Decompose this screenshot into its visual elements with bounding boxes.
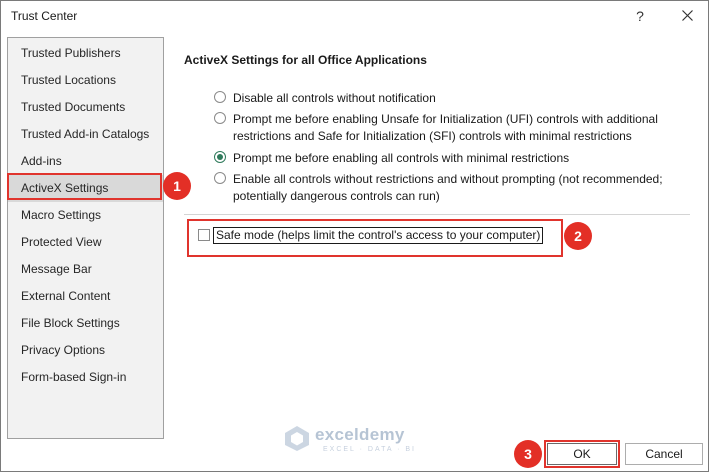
title-bar: Trust Center ? <box>1 1 708 31</box>
sidebar-item-trusted-locations[interactable]: Trusted Locations <box>8 67 163 94</box>
step-badge-1: 1 <box>163 172 191 200</box>
sidebar-item-message-bar[interactable]: Message Bar <box>8 256 163 283</box>
option-label: Disable all controls without notificatio… <box>233 91 436 105</box>
radio-prompt-all[interactable] <box>214 151 226 163</box>
dialog-title: Trust Center <box>11 9 78 23</box>
sidebar-item-activex-settings[interactable]: ActiveX Settings <box>8 175 163 202</box>
watermark-name: exceldemy <box>315 425 405 444</box>
category-sidebar: Trusted Publishers Trusted Locations Tru… <box>7 37 164 439</box>
radio-prompt-ufi-sfi[interactable] <box>214 112 226 124</box>
option-label: Enable all controls without restrictions… <box>233 172 663 203</box>
option-disable-all[interactable]: Disable all controls without notificatio… <box>214 90 694 107</box>
close-button[interactable] <box>673 5 701 27</box>
trust-center-dialog: Trust Center ? Trusted Publishers Truste… <box>0 0 709 472</box>
safe-mode-checkbox[interactable] <box>198 229 210 241</box>
watermark-tagline: EXCEL · DATA · BI <box>323 446 416 453</box>
option-prompt-ufi-sfi[interactable]: Prompt me before enabling Unsafe for Ini… <box>214 111 694 145</box>
sidebar-item-form-based-sign-in[interactable]: Form-based Sign-in <box>8 364 163 391</box>
sidebar-item-file-block-settings[interactable]: File Block Settings <box>8 310 163 337</box>
option-label: Prompt me before enabling Unsafe for Ini… <box>233 112 658 143</box>
cancel-button[interactable]: Cancel <box>625 443 703 465</box>
exceldemy-logo-icon <box>285 426 309 451</box>
ok-button[interactable]: OK <box>547 443 617 465</box>
radio-disable-all[interactable] <box>214 91 226 103</box>
option-prompt-all[interactable]: Prompt me before enabling all controls w… <box>214 150 694 167</box>
option-enable-all[interactable]: Enable all controls without restrictions… <box>214 171 694 205</box>
step-badge-3: 3 <box>514 440 542 468</box>
sidebar-item-trusted-publishers[interactable]: Trusted Publishers <box>8 40 163 67</box>
sidebar-item-privacy-options[interactable]: Privacy Options <box>8 337 163 364</box>
sidebar-item-protected-view[interactable]: Protected View <box>8 229 163 256</box>
sidebar-item-trusted-add-in-catalogs[interactable]: Trusted Add-in Catalogs <box>8 121 163 148</box>
sidebar-item-trusted-documents[interactable]: Trusted Documents <box>8 94 163 121</box>
sidebar-item-add-ins[interactable]: Add-ins <box>8 148 163 175</box>
radio-enable-all[interactable] <box>214 172 226 184</box>
section-title: ActiveX Settings for all Office Applicat… <box>184 53 427 67</box>
help-button[interactable]: ? <box>628 5 652 27</box>
close-icon <box>681 10 693 21</box>
sidebar-item-external-content[interactable]: External Content <box>8 283 163 310</box>
exceldemy-watermark: exceldemy EXCEL · DATA · BI <box>283 422 433 456</box>
option-label: Prompt me before enabling all controls w… <box>233 151 570 165</box>
step-badge-2: 2 <box>564 222 592 250</box>
safe-mode-label[interactable]: Safe mode (helps limit the control's acc… <box>213 227 544 244</box>
section-divider <box>184 214 690 215</box>
sidebar-item-macro-settings[interactable]: Macro Settings <box>8 202 163 229</box>
